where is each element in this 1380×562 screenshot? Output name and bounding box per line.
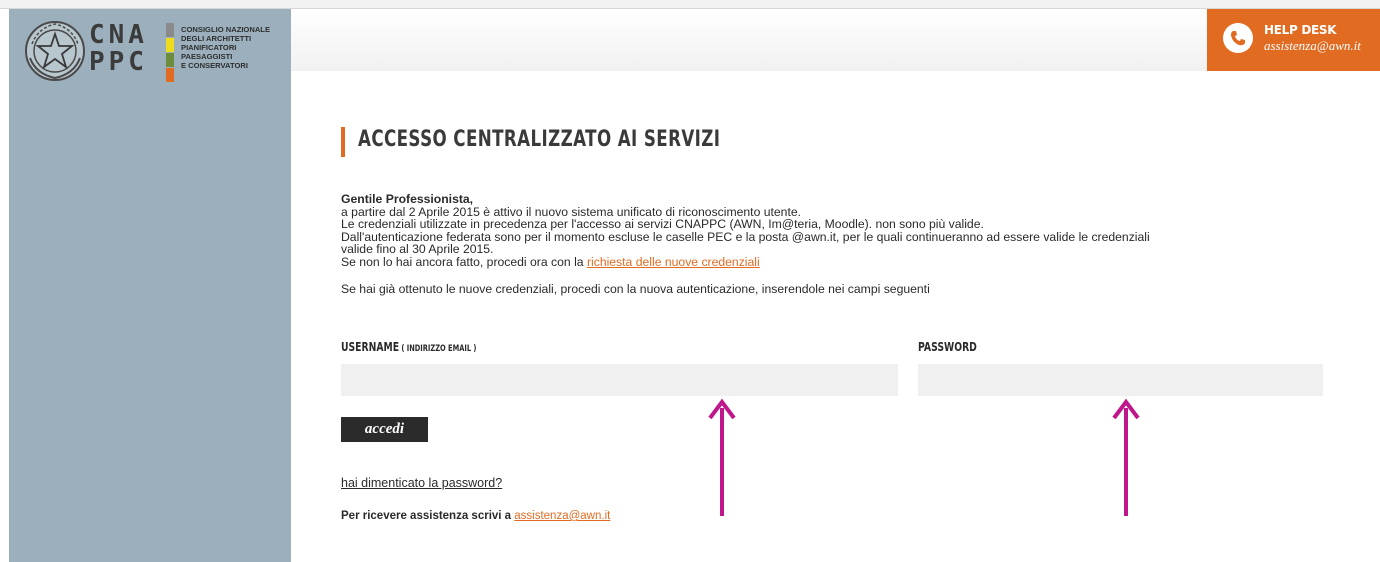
help-desk-email[interactable]: assistenza@awn.it — [1264, 38, 1361, 54]
annotation-arrow-password — [1112, 398, 1140, 516]
title-accent-bar — [341, 127, 345, 157]
username-input[interactable] — [341, 364, 898, 396]
request-credentials-link[interactable]: richiesta delle nuove credenziali — [587, 255, 760, 269]
help-desk-title: HELP DESK — [1264, 23, 1337, 37]
assistance-line: Per ricevere assistenza scrivi a assiste… — [341, 510, 610, 522]
phone-icon — [1223, 23, 1253, 53]
greeting: Gentile Professionista, — [341, 192, 474, 206]
left-edge — [0, 9, 9, 562]
assistance-prefix: Per ricevere assistenza scrivi a — [341, 510, 515, 522]
logo-color-bars — [166, 23, 174, 83]
logo-text-line: PIANIFICATORI — [181, 43, 237, 52]
republic-emblem-icon — [25, 21, 85, 81]
password-input[interactable] — [918, 364, 1323, 396]
logo-bar-orange — [166, 68, 174, 82]
logo-text: CONSIGLIO NAZIONALE DEGLI ARCHITETTI PIA… — [181, 25, 296, 70]
forgot-password-link[interactable]: hai dimenticato la password? — [341, 476, 502, 490]
logo-text-line: PAESAGGISTI — [181, 52, 233, 61]
intro-line: Se hai già ottenuto le nuove credenziali… — [341, 281, 930, 296]
login-button[interactable]: accedi — [341, 417, 428, 442]
username-label: USERNAME ( INDIRIZZO EMAIL ) — [341, 339, 476, 354]
password-label: PASSWORD — [918, 339, 977, 354]
logo-text-line: DEGLI ARCHITETTI — [181, 34, 252, 43]
assistance-email-link[interactable]: assistenza@awn.it — [514, 510, 610, 522]
intro-line-request: Se non lo hai ancora fatto, procedi ora … — [341, 256, 1341, 269]
logo-bar-green — [166, 53, 174, 67]
username-hint: ( INDIRIZZO EMAIL ) — [399, 344, 477, 354]
request-prefix: Se non lo hai ancora fatto, procedi ora … — [341, 254, 587, 269]
username-label-text: USERNAME — [341, 339, 400, 354]
annotation-arrow-username — [708, 398, 736, 516]
help-desk-box[interactable]: HELP DESK assistenza@awn.it — [1207, 9, 1380, 71]
logo-text-line: CONSIGLIO NAZIONALE — [181, 25, 271, 34]
sidebar: CNA PPC CONSIGLIO NAZIONALE DEGLI ARCHIT… — [9, 9, 291, 562]
logo-text-line: E CONSERVATORI — [181, 61, 248, 70]
intro-text: Gentile Professionista, a partire dal 2 … — [341, 193, 1341, 295]
logo-bar-yellow — [166, 38, 174, 52]
logo-bar-gray — [166, 23, 174, 37]
intro-line: Le credenziali utilizzate in precedenza … — [341, 217, 984, 232]
page-title: ACCESSO CENTRALIZZATO AI SERVIZI — [358, 127, 721, 152]
top-border — [0, 0, 1380, 9]
